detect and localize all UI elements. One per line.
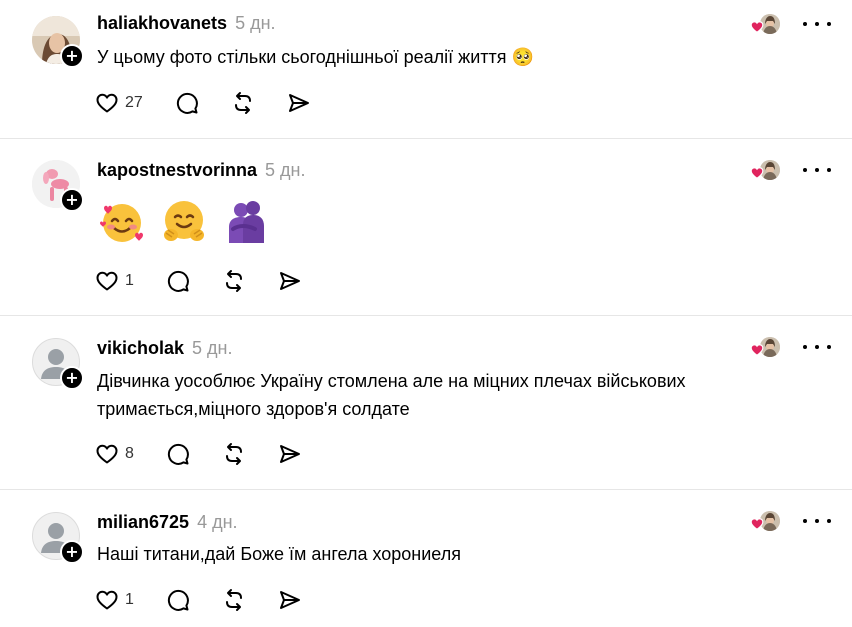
avatar[interactable]: + xyxy=(32,16,84,68)
repost-icon xyxy=(225,589,242,611)
pleading-face-emoji: 🥺 xyxy=(511,47,534,68)
comment-text: У цьому фото стільки сьогоднішньої реалі… xyxy=(97,43,797,72)
comment-icon xyxy=(167,270,189,292)
timestamp[interactable]: 5 дн. xyxy=(265,160,305,181)
send-icon xyxy=(288,94,309,112)
reply-button[interactable] xyxy=(166,269,190,293)
repost-icon xyxy=(225,270,242,292)
follow-plus-icon[interactable]: + xyxy=(60,188,84,212)
follow-plus-icon[interactable]: + xyxy=(60,366,84,390)
like-button[interactable]: 27 xyxy=(95,91,143,115)
username[interactable]: haliakhovanets xyxy=(97,13,227,34)
comment-thread: + milian6725 4 дн. Наші титани,дай Боже … xyxy=(0,490,852,627)
comment-icon xyxy=(167,589,189,611)
repost-icon xyxy=(225,443,242,465)
repost-button[interactable] xyxy=(222,269,246,293)
hugging-face-emoji xyxy=(164,201,204,241)
heart-filled-icon xyxy=(750,167,764,179)
reply-button[interactable] xyxy=(175,91,199,115)
author-liked-indicator xyxy=(750,14,782,40)
follow-plus-icon[interactable]: + xyxy=(60,540,84,564)
like-button[interactable]: 1 xyxy=(95,588,134,612)
comment-text-body: Дівчинка уособлює Україну стомлена але н… xyxy=(97,371,686,419)
smiling-face-with-hearts-emoji xyxy=(100,204,143,242)
send-icon xyxy=(279,591,300,609)
timestamp[interactable]: 5 дн. xyxy=(235,13,275,34)
send-icon xyxy=(279,272,300,290)
like-count: 27 xyxy=(125,94,143,111)
heart-filled-icon xyxy=(750,518,764,530)
like-button[interactable]: 8 xyxy=(95,442,134,466)
share-button[interactable] xyxy=(278,442,302,466)
comment-text-body: Наші титани,дай Боже їм ангела хорониеля xyxy=(97,544,461,564)
action-bar: 1 xyxy=(95,268,302,294)
author-liked-indicator xyxy=(750,511,782,537)
author-liked-indicator xyxy=(750,160,782,186)
action-bar: 8 xyxy=(95,441,302,467)
like-count: 1 xyxy=(125,591,134,608)
reply-button[interactable] xyxy=(166,442,190,466)
repost-icon xyxy=(234,92,251,114)
avatar[interactable]: + xyxy=(32,338,84,390)
comment-thread: + haliakhovanets 5 дн. У цьому фото стіл… xyxy=(0,0,852,139)
comment-text: Наші титани,дай Боже їм ангела хорониеля xyxy=(97,540,797,568)
share-button[interactable] xyxy=(287,91,311,115)
repost-button[interactable] xyxy=(231,91,255,115)
comment-thread: + kapostnestvorinna 5 дн. 1 xyxy=(0,139,852,316)
comment-header: vikicholak 5 дн. xyxy=(97,338,233,359)
repost-button[interactable] xyxy=(222,442,246,466)
username[interactable]: vikicholak xyxy=(97,338,184,359)
share-button[interactable] xyxy=(278,269,302,293)
share-button[interactable] xyxy=(278,588,302,612)
comment-icon xyxy=(176,92,198,114)
action-bar: 27 xyxy=(95,90,311,116)
send-icon xyxy=(279,445,300,463)
timestamp[interactable]: 5 дн. xyxy=(192,338,232,359)
follow-plus-icon[interactable]: + xyxy=(60,44,84,68)
like-count: 8 xyxy=(125,445,134,462)
reply-button[interactable] xyxy=(166,588,190,612)
comment-header: milian6725 4 дн. xyxy=(97,512,238,533)
heart-icon xyxy=(96,590,118,610)
more-options-icon[interactable] xyxy=(803,511,831,531)
comment-text-body: У цьому фото стільки сьогоднішньої реалі… xyxy=(97,47,507,67)
comment-icon xyxy=(167,443,189,465)
like-button[interactable]: 1 xyxy=(95,269,134,293)
author-liked-indicator xyxy=(750,337,782,363)
more-options-icon[interactable] xyxy=(803,337,831,357)
comment-text: Дівчинка уособлює Україну стомлена але н… xyxy=(97,367,797,423)
like-count: 1 xyxy=(125,272,134,289)
avatar[interactable]: + xyxy=(32,512,84,564)
heart-icon xyxy=(96,271,118,291)
heart-filled-icon xyxy=(750,21,764,33)
emoji-content xyxy=(97,197,271,247)
username[interactable]: kapostnestvorinna xyxy=(97,160,257,181)
heart-icon xyxy=(96,93,118,113)
comment-header: kapostnestvorinna 5 дн. xyxy=(97,160,306,181)
repost-button[interactable] xyxy=(222,588,246,612)
action-bar: 1 xyxy=(95,587,302,613)
avatar[interactable]: + xyxy=(32,160,84,212)
comment-thread: + vikicholak 5 дн. Дівчинка уособлює Укр… xyxy=(0,316,852,490)
more-options-icon[interactable] xyxy=(803,14,831,34)
heart-filled-icon xyxy=(750,344,764,356)
people-hugging-emoji xyxy=(229,201,264,243)
username[interactable]: milian6725 xyxy=(97,512,189,533)
heart-icon xyxy=(96,444,118,464)
comment-header: haliakhovanets 5 дн. xyxy=(97,13,276,34)
timestamp[interactable]: 4 дн. xyxy=(197,512,237,533)
more-options-icon[interactable] xyxy=(803,160,831,180)
